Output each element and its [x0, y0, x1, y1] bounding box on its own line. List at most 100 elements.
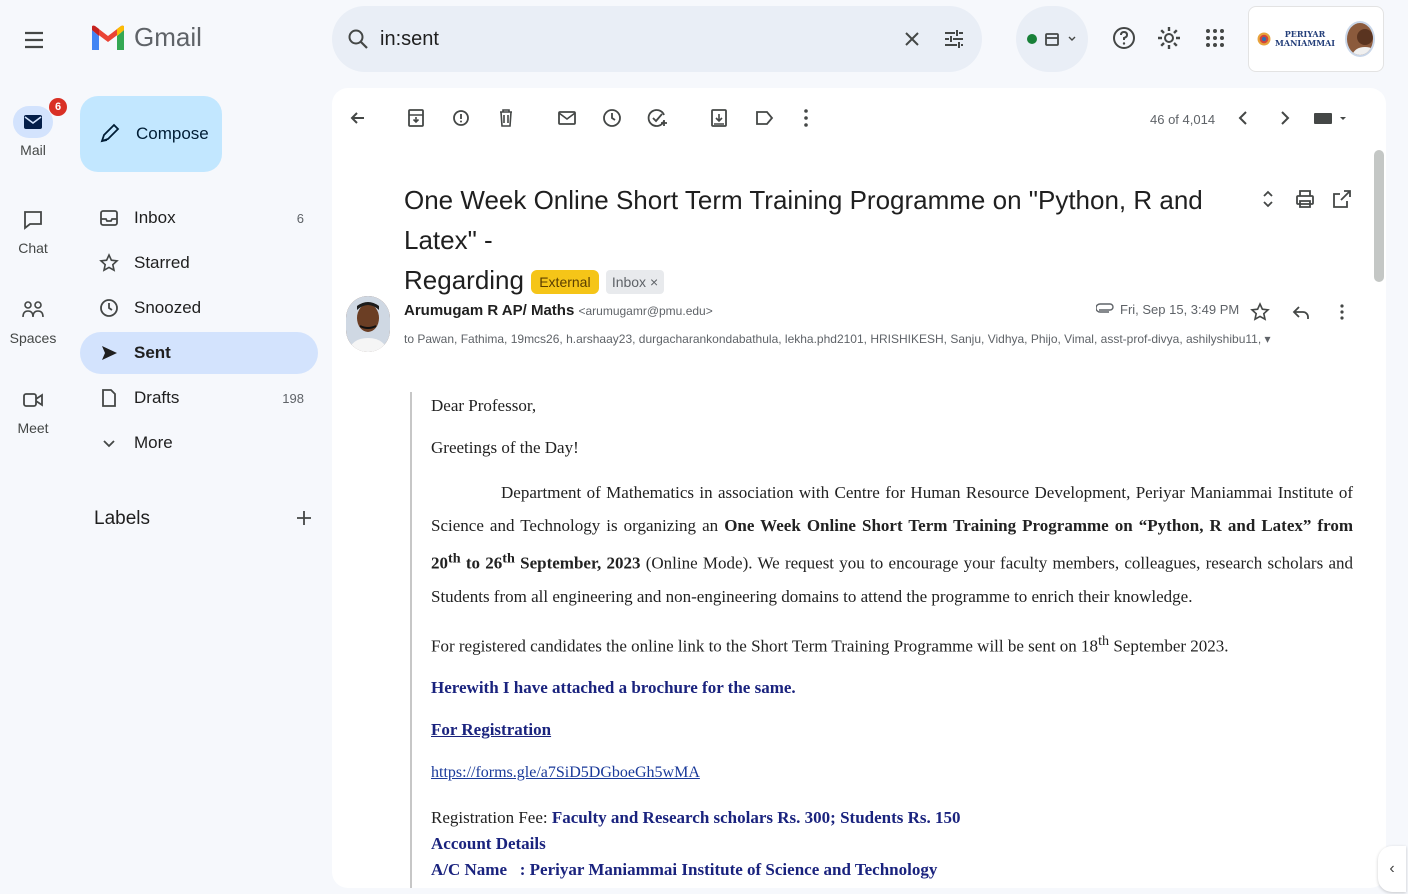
label-button[interactable]: [750, 104, 778, 132]
arrow-left-icon: [350, 112, 364, 124]
star-button[interactable]: [1246, 298, 1274, 326]
account-switcher[interactable]: PERIYAR MANIAMMAI: [1248, 6, 1384, 72]
keyboard-icon: [1314, 113, 1346, 124]
status-selector[interactable]: [1016, 6, 1088, 72]
programme-dates: September, 2023: [514, 553, 641, 573]
para1-to: to 26: [460, 553, 503, 573]
account-avatar[interactable]: [1345, 21, 1375, 57]
hamburger-icon: [25, 31, 43, 49]
sup-2: th: [502, 550, 515, 566]
ac-name-value: : Periyar Maniammai Institute of Science…: [519, 860, 938, 880]
search-input[interactable]: in:sent: [380, 28, 884, 51]
newer-button[interactable]: [1230, 104, 1258, 132]
unfold-icon: [1263, 190, 1273, 208]
sender-line: Arumugam R AP/ Maths <arumugamr@pmu.edu>: [404, 302, 713, 319]
apps-grid-icon: [1206, 29, 1224, 47]
reply-icon: [1292, 306, 1309, 319]
para2-b: September 2023.: [1109, 636, 1229, 656]
org-logo-text: PERIYAR MANIAMMAI: [1275, 29, 1335, 48]
apps-button[interactable]: [1199, 22, 1231, 54]
inbox-icon: [98, 207, 120, 229]
input-tools-button[interactable]: [1310, 104, 1350, 132]
clock-icon: [98, 297, 120, 319]
reply-button[interactable]: [1287, 298, 1315, 326]
rail-mail[interactable]: 6 Mail: [0, 98, 67, 158]
mark-unread-button[interactable]: [553, 104, 581, 132]
print-icon: [1296, 190, 1314, 208]
calendar-status-icon: [1045, 33, 1059, 46]
archive-button[interactable]: [402, 104, 430, 132]
nav-more-label: More: [134, 433, 173, 452]
delete-button[interactable]: [492, 104, 520, 132]
add-to-tasks-button[interactable]: [643, 104, 671, 132]
snooze-button[interactable]: [598, 104, 626, 132]
org-emblem-icon: [1257, 32, 1271, 46]
add-label-button[interactable]: [294, 508, 314, 530]
sender-avatar[interactable]: [346, 296, 390, 352]
clear-search-button[interactable]: [898, 25, 926, 53]
rail-chat-label: Chat: [18, 240, 48, 256]
back-button[interactable]: [344, 104, 372, 132]
email-subject: One Week Online Short Term Training Prog…: [404, 180, 1204, 300]
show-details-button[interactable]: ▾: [1265, 332, 1271, 346]
send-icon: [98, 342, 120, 364]
rail-chat[interactable]: Chat: [0, 204, 66, 256]
print-button[interactable]: [1291, 185, 1319, 213]
email-body: Dear Professor, Greetings of the Day! De…: [431, 392, 1353, 883]
fee-label: Registration Fee:: [431, 808, 552, 828]
fee-value: Faculty and Research scholars Rs. 300; S…: [551, 808, 961, 828]
mail-badge: 6: [49, 98, 67, 116]
nav-more[interactable]: More: [80, 422, 318, 464]
expand-all-button[interactable]: [1254, 185, 1282, 213]
chat-icon: [17, 204, 49, 236]
search-bar[interactable]: in:sent: [332, 6, 982, 72]
organization-logo: PERIYAR MANIAMMAI: [1257, 17, 1335, 61]
recipients-text: to Pawan, Fathima, 19mcs26, h.arshaay23,…: [404, 332, 1262, 346]
labels-header: Labels: [94, 508, 314, 530]
message-more-button[interactable]: [1328, 298, 1356, 326]
settings-button[interactable]: [1153, 22, 1185, 54]
nav-snoozed[interactable]: Snoozed: [80, 287, 318, 329]
nav-sent[interactable]: Sent: [80, 332, 318, 374]
nav-starred[interactable]: Starred: [80, 242, 318, 284]
para2-a: For registered candidates the online lin…: [431, 636, 1099, 656]
brochure-note: Herewith I have attached a brochure for …: [431, 678, 796, 698]
rail-meet[interactable]: Meet: [0, 384, 66, 436]
registration-link-heading[interactable]: For Registration: [431, 720, 551, 739]
move-to-button[interactable]: [705, 104, 733, 132]
plus-icon: [297, 511, 311, 525]
side-panel-toggle[interactable]: ‹: [1378, 846, 1406, 892]
more-actions-button[interactable]: [792, 104, 820, 132]
tune-icon: [945, 30, 963, 48]
message-date: Fri, Sep 15, 3:49 PM: [1120, 302, 1240, 317]
support-button[interactable]: [1108, 22, 1140, 54]
search-icon: [348, 29, 368, 49]
search-options-button[interactable]: [940, 25, 968, 53]
compose-button[interactable]: Compose: [80, 96, 222, 172]
message-date-line: Fri, Sep 15, 3:49 PM: [1096, 302, 1239, 317]
older-button[interactable]: [1270, 104, 1298, 132]
external-tag: External: [531, 270, 599, 295]
nav-inbox[interactable]: Inbox 6: [80, 197, 318, 239]
nav-drafts[interactable]: Drafts 198: [80, 377, 318, 419]
report-spam-button[interactable]: [447, 104, 475, 132]
gmail-m-icon: [92, 25, 124, 50]
scrollbar-thumb[interactable]: [1374, 150, 1384, 282]
star-icon: [98, 252, 120, 274]
inbox-label-chip[interactable]: Inbox ×: [605, 270, 665, 295]
more-vert-icon: [804, 109, 808, 127]
announcement-paragraph: Department of Mathematics in association…: [431, 476, 1353, 613]
main-menu-button[interactable]: [18, 24, 50, 56]
account-details-heading: Account Details: [431, 834, 546, 854]
ac-name-label: A/C Name: [431, 860, 508, 880]
clock-icon: [603, 109, 621, 127]
recipients-list: to Pawan, Fathima, 19mcs26, h.arshaay23,…: [404, 332, 1284, 346]
nav-inbox-count: 6: [296, 210, 304, 226]
open-new-window-button[interactable]: [1328, 185, 1356, 213]
rail-spaces[interactable]: Spaces: [0, 294, 66, 346]
move-icon: [711, 109, 727, 127]
registration-form-link[interactable]: https://forms.gle/a7SiD5DGboeGh5wMA: [431, 764, 700, 781]
gmail-logo[interactable]: Gmail: [90, 22, 202, 53]
mail-icon: 6: [13, 98, 67, 138]
rail-meet-label: Meet: [17, 420, 49, 436]
